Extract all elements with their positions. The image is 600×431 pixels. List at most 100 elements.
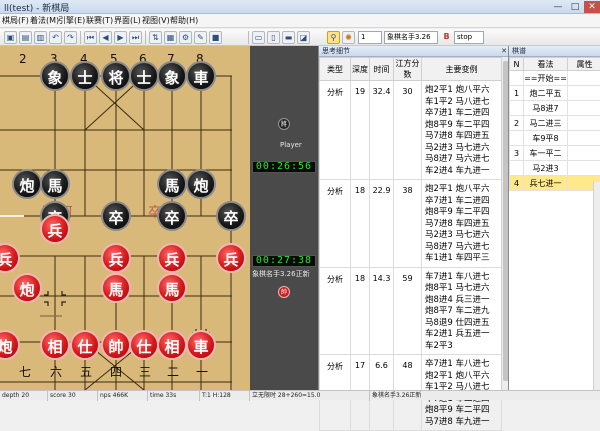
last-icon[interactable]: ⏭ — [129, 31, 142, 44]
red-cannon-piece[interactable]: 炮 — [12, 273, 42, 303]
book-icon[interactable]: ▯ — [267, 31, 280, 44]
red-advisor-piece[interactable]: 仕 — [70, 330, 100, 360]
column-header[interactable]: 类型 — [320, 58, 351, 81]
black-horse-piece[interactable]: 馬 — [157, 169, 187, 199]
row-time: 22.9 — [370, 180, 394, 268]
black-cannon-piece[interactable]: 炮 — [12, 169, 42, 199]
move-row[interactable]: 3车一平二 — [510, 146, 600, 161]
black-advisor-piece[interactable]: 士 — [129, 61, 159, 91]
level-select[interactable]: 1 — [358, 31, 382, 44]
stop-icon[interactable]: ■ — [209, 31, 222, 44]
board-icon[interactable]: ▦ — [164, 31, 177, 44]
move-attr — [568, 101, 600, 116]
menu-game[interactable]: 棋局(F) — [2, 15, 29, 26]
red-horse-piece[interactable]: 馬 — [157, 273, 187, 303]
row-score: 38 — [394, 180, 422, 268]
red-horse-piece[interactable]: 馬 — [101, 273, 131, 303]
engine-label: 象棋名手3.26正新 — [252, 269, 310, 279]
column-header[interactable]: 属性 — [568, 58, 600, 71]
engine-select[interactable]: 象棋名手3.26 — [384, 31, 438, 44]
move-text: 马二进三 — [524, 116, 568, 131]
first-icon[interactable]: ⏮ — [84, 31, 97, 44]
open-icon[interactable]: ▤ — [19, 31, 32, 44]
black-elephant-piece[interactable]: 象 — [40, 61, 70, 91]
close-icon[interactable]: ✕ — [501, 46, 507, 56]
column-header[interactable]: 江方分数 — [394, 58, 422, 81]
move-row[interactable]: 马8进7 — [510, 101, 600, 116]
move-text: 兵七进一 — [524, 176, 568, 191]
maximize-button[interactable]: □ — [567, 1, 583, 13]
black-chariot-piece[interactable]: 車 — [186, 61, 216, 91]
black-cannon-piece[interactable]: 炮 — [186, 169, 216, 199]
save-icon[interactable]: ▣ — [4, 31, 17, 44]
move-row[interactable]: 车9平8 — [510, 131, 600, 146]
black-general-piece[interactable]: 将 — [101, 61, 131, 91]
move-row[interactable]: 马2进3 — [510, 161, 600, 176]
gear-icon[interactable]: ✺ — [342, 31, 355, 44]
red-elephant-piece[interactable]: 相 — [40, 330, 70, 360]
menu-help[interactable]: 帮助(H) — [170, 15, 198, 26]
red-soldier-piece[interactable]: 兵 — [216, 243, 246, 273]
red-soldier-piece-selected[interactable]: 兵 — [40, 214, 70, 244]
move-text: 车一平二 — [524, 146, 568, 161]
menu-league[interactable]: 联赛(T) — [86, 15, 113, 26]
table-row[interactable]: 分析 18 22.9 38 炮2平1 炮八平六 卒7进1 车二进四 炮8平9 车… — [320, 180, 502, 268]
red-advisor-piece[interactable]: 仕 — [129, 330, 159, 360]
chess-board[interactable]: 2 3 4 5 6 7 8 兵 河 卒 界 象 士 将 士 象 車 炮 馬 馬 … — [0, 46, 250, 390]
menu-interface[interactable]: 界面(L) — [114, 15, 141, 26]
row-score: 30 — [394, 81, 422, 180]
redo-icon[interactable]: ↷ — [64, 31, 77, 44]
print-icon[interactable]: ▥ — [34, 31, 47, 44]
black-elephant-piece[interactable]: 象 — [157, 61, 187, 91]
settings-icon[interactable]: ◪ — [297, 31, 310, 44]
column-header[interactable]: 看法 — [524, 58, 568, 71]
red-king-piece[interactable]: 帥 — [101, 330, 131, 360]
row-time: 14.3 — [370, 267, 394, 355]
next-icon[interactable]: ▶ — [114, 31, 127, 44]
red-soldier-piece[interactable]: 兵 — [157, 243, 187, 273]
move-row[interactable]: 1炮二平五 — [510, 86, 600, 101]
hint-icon[interactable]: ▭ — [252, 31, 265, 44]
search-icon[interactable]: ⚲ — [327, 31, 340, 44]
move-row[interactable]: ==开始== — [510, 71, 600, 86]
move-row-selected[interactable]: 4兵七进一 — [510, 176, 600, 191]
move-row[interactable]: 2马二进三 — [510, 116, 600, 131]
prev-icon[interactable]: ◀ — [99, 31, 112, 44]
row-type: 分析 — [320, 180, 351, 268]
analyze-icon[interactable]: ✎ — [194, 31, 207, 44]
engine-icon[interactable]: ⚙ — [179, 31, 192, 44]
analysis-table: 类型 深度 时间 江方分数 主要变例 分析 19 32.4 30 炮2平1 炮八… — [319, 57, 502, 431]
menu-moves[interactable]: 着法(M) — [30, 15, 59, 26]
menu-engine[interactable]: 引擎(E) — [58, 15, 85, 26]
red-chariot-piece[interactable]: 車 — [186, 330, 216, 360]
black-soldier-piece[interactable]: 卒 — [216, 201, 246, 231]
stop-select[interactable]: stop — [454, 31, 484, 44]
minimize-button[interactable]: — — [550, 1, 566, 13]
black-soldier-piece[interactable]: 卒 — [101, 201, 131, 231]
menu-view[interactable]: 视图(V) — [142, 15, 170, 26]
black-advisor-piece[interactable]: 士 — [70, 61, 100, 91]
bookmark-icon[interactable]: B — [440, 31, 453, 44]
column-header[interactable]: 深度 — [351, 58, 370, 81]
move-attr — [568, 131, 600, 146]
undo-icon[interactable]: ↶ — [49, 31, 62, 44]
black-general-indicator: 將 — [278, 118, 290, 130]
monitor-icon[interactable]: ▬ — [282, 31, 295, 44]
close-button[interactable]: ✕ — [584, 1, 600, 13]
move-text: 马8进7 — [524, 101, 568, 116]
status-bar: depth 20 score 30 nps 466K time 33s T:1 … — [0, 390, 600, 400]
table-row[interactable]: 分析 19 32.4 30 炮2平1 炮八平六 车1平2 马八进七 卒7进1 车… — [320, 81, 502, 180]
black-soldier-piece[interactable]: 卒 — [157, 201, 187, 231]
red-soldier-piece[interactable]: 兵 — [101, 243, 131, 273]
column-header[interactable]: 时间 — [370, 58, 394, 81]
black-horse-piece[interactable]: 馬 — [40, 169, 70, 199]
column-header[interactable]: 主要变例 — [422, 58, 502, 81]
flip-icon[interactable]: ⇅ — [149, 31, 162, 44]
black-clock: 00:26:56 — [252, 161, 316, 173]
column-header[interactable]: N — [510, 58, 524, 71]
column-label: 六 — [50, 363, 62, 380]
table-row[interactable]: 分析 18 14.3 59 车7进1 车八进七 炮8平1 马七进六 炮8进4 兵… — [320, 267, 502, 355]
move-list-scrollbar[interactable] — [593, 182, 600, 390]
move-number — [510, 71, 524, 86]
red-elephant-piece[interactable]: 相 — [157, 330, 187, 360]
